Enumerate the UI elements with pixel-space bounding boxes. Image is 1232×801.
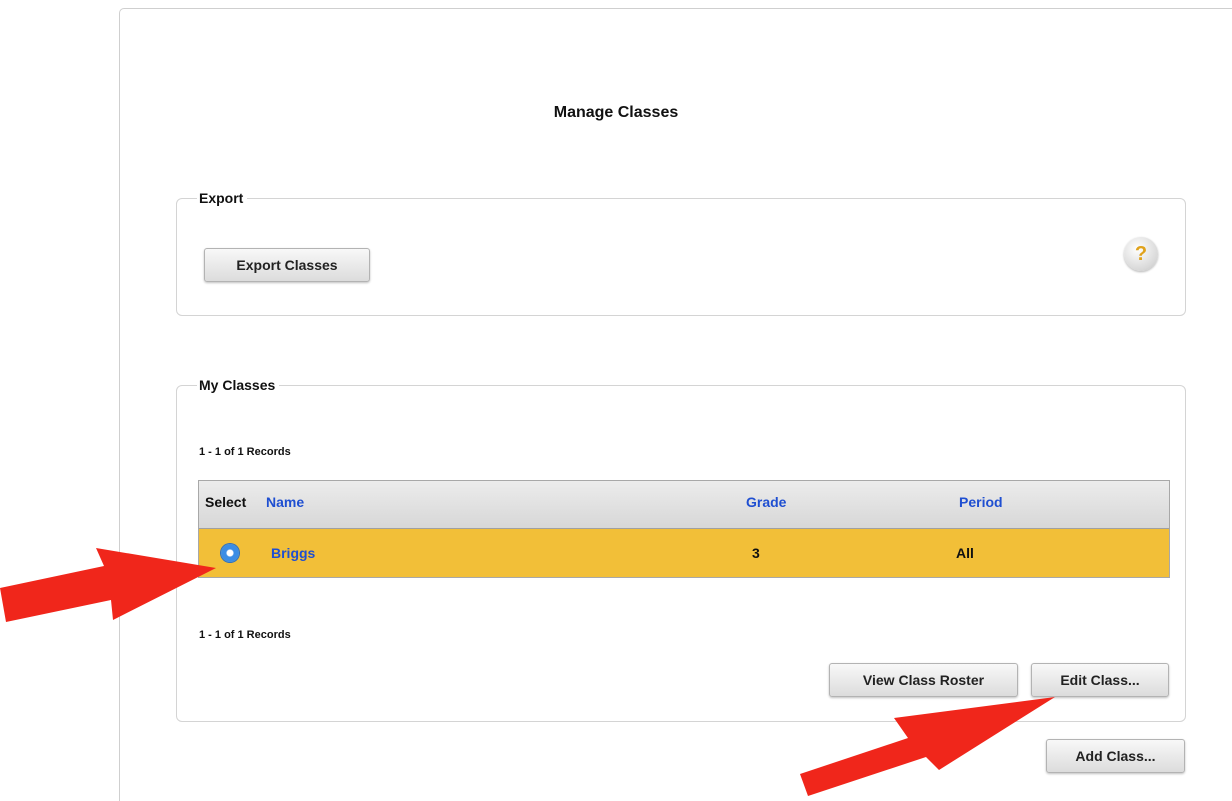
red-arrow-icon-bottom xyxy=(800,697,1055,796)
red-arrow-icon-left xyxy=(0,548,216,622)
annotation-arrows xyxy=(0,548,1055,796)
manage-classes-page: Manage Classes Export Export Classes ? M… xyxy=(0,0,1232,801)
